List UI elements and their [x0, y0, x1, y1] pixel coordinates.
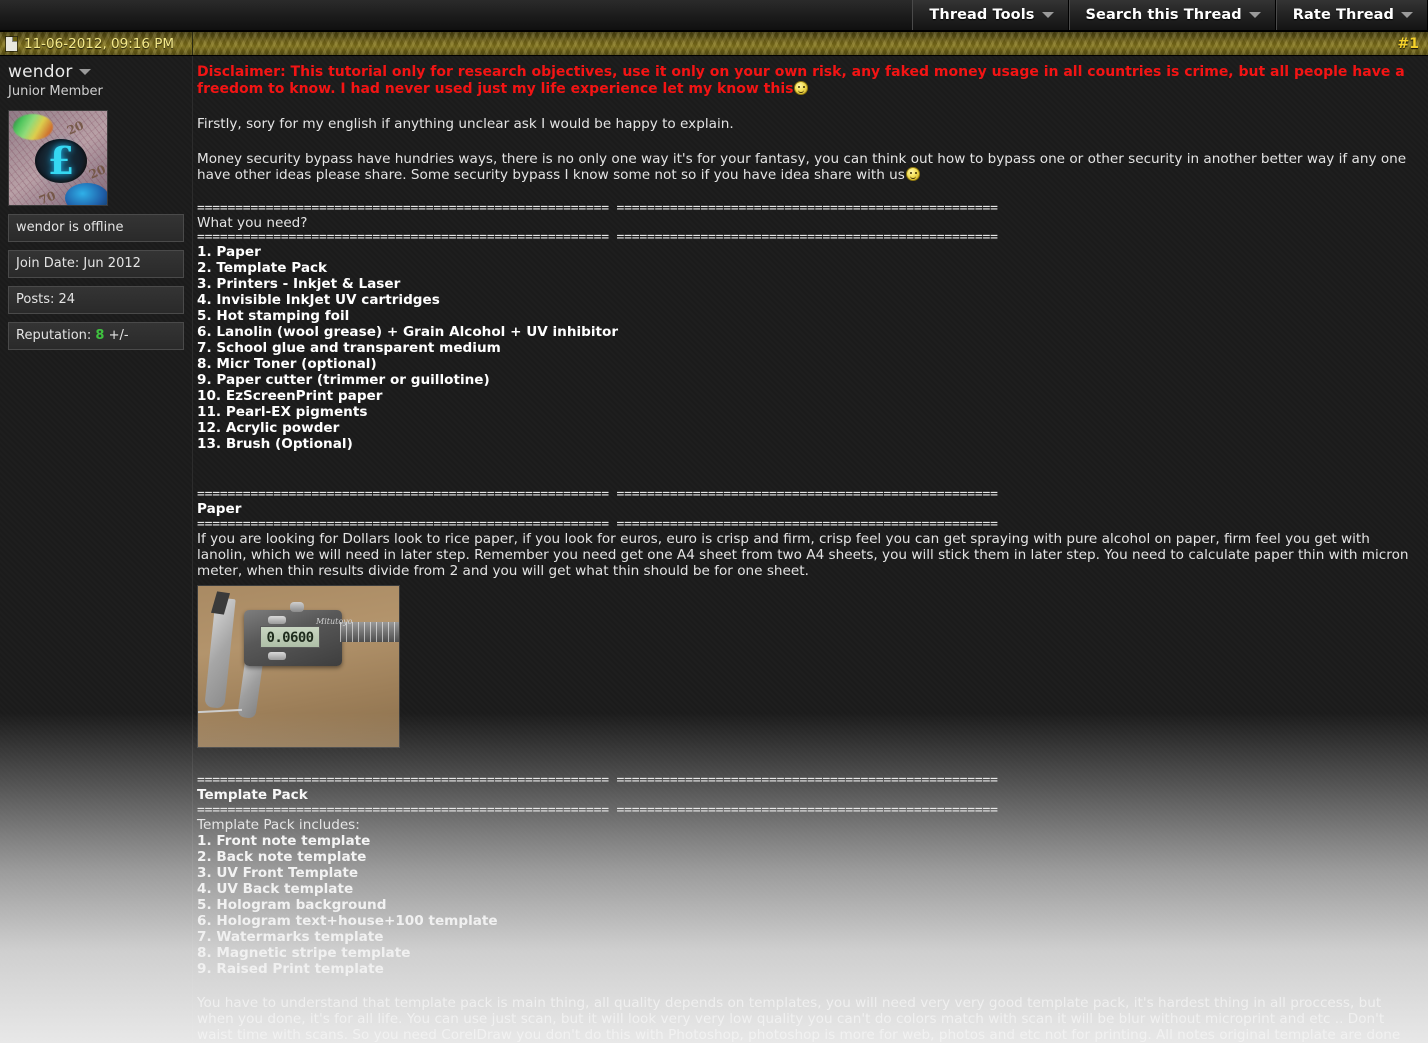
- user-post-count: Posts: 24: [8, 286, 184, 314]
- chevron-down-icon[interactable]: [78, 69, 91, 75]
- post-user-column: wendor Junior Member £ 20 20 70 wendor i…: [0, 56, 193, 1043]
- separator-line: ========================================…: [197, 230, 998, 244]
- list-item: 10. EzScreenPrint paper: [197, 387, 383, 404]
- smiley-icon: [794, 81, 809, 95]
- caliper-photo[interactable]: Mitutoyo 0.0600: [197, 584, 400, 748]
- list-item: 8. Micr Toner (optional): [197, 355, 377, 372]
- thread-tools-button[interactable]: Thread Tools: [912, 0, 1069, 30]
- template-pack-trailing-body: You have to understand that template pac…: [197, 994, 1401, 1043]
- separator-line: ========================================…: [197, 803, 998, 817]
- rate-thread-button[interactable]: Rate Thread: [1275, 0, 1428, 30]
- list-item: 5. Hologram background: [197, 896, 387, 913]
- hologram-patch-bottom-icon: [65, 183, 107, 205]
- list-item: 4. Invisible InkJet UV cartridges: [197, 291, 440, 308]
- user-online-status: wendor is offline: [8, 214, 184, 242]
- list-item: 1. Front note template: [197, 832, 371, 849]
- caliper-button-zero: [268, 615, 286, 624]
- separator-line: ========================================…: [197, 487, 998, 501]
- search-this-thread-button[interactable]: Search this Thread: [1068, 0, 1276, 30]
- list-item: 6. Hologram text+house+100 template: [197, 912, 498, 929]
- list-item: 6. Lanolin (wool grease) + Grain Alcohol…: [197, 323, 619, 340]
- list-item: 8. Magnetic stripe template: [197, 944, 411, 961]
- list-item: 3. Printers - Inkjet & Laser: [197, 275, 401, 292]
- list-item: 2. Back note template: [197, 848, 367, 865]
- pound-symbol: £: [47, 138, 75, 183]
- list-item: 9. Paper cutter (trimmer or guillotine): [197, 371, 490, 388]
- section-heading-template-pack: Template Pack: [197, 786, 308, 803]
- chevron-down-icon: [1248, 12, 1261, 18]
- post-header-bar: 11-06-2012, 09:16 PM #1: [0, 31, 1428, 56]
- separator-line: ========================================…: [197, 201, 998, 215]
- post-number[interactable]: #1: [1398, 36, 1428, 52]
- thread-post-page: Thread Tools Search this Thread Rate Thr…: [0, 0, 1428, 1043]
- list-item: 1. Paper: [197, 243, 261, 260]
- post-paragraph-2-text: Money security bypass have hundries ways…: [197, 150, 1407, 184]
- list-item: 11. Pearl-EX pigments: [197, 403, 368, 420]
- section-heading-what-you-need: What you need?: [197, 214, 308, 231]
- caliper-thumb-wheel: [290, 601, 304, 612]
- list-item: 12. Acrylic powder: [197, 419, 340, 436]
- reputation-label: Reputation:: [16, 328, 96, 343]
- post-document-icon: [6, 36, 17, 51]
- thread-tools-label: Thread Tools: [929, 7, 1035, 23]
- username[interactable]: wendor: [8, 62, 73, 82]
- list-item: 7. Watermarks template: [197, 928, 384, 945]
- smiley-icon: [905, 167, 920, 181]
- caliper-button-unit: [268, 651, 286, 660]
- username-row[interactable]: wendor: [8, 62, 184, 82]
- rate-thread-label: Rate Thread: [1292, 7, 1394, 23]
- user-join-date: Join Date: Jun 2012: [8, 250, 184, 278]
- post-disclaimer: Disclaimer: This tutorial only for resea…: [197, 64, 1422, 98]
- hologram-patch-top-icon: [13, 114, 53, 140]
- list-item: 3. UV Front Template: [197, 864, 359, 881]
- post-header-left: 11-06-2012, 09:16 PM: [0, 32, 193, 55]
- template-pack-intro: Template Pack includes:: [197, 816, 360, 833]
- list-item: 2. Template Pack: [197, 259, 328, 276]
- caliper-brand-label: Mitutoyo: [316, 616, 353, 626]
- user-title: Junior Member: [8, 84, 103, 99]
- separator-line: ========================================…: [197, 517, 998, 531]
- list-item: 4. UV Back template: [197, 880, 354, 897]
- search-this-thread-label: Search this Thread: [1085, 7, 1242, 23]
- thread-toolbar: Thread Tools Search this Thread Rate Thr…: [0, 0, 1428, 31]
- post-body: wendor Junior Member £ 20 20 70 wendor i…: [0, 56, 1428, 1043]
- list-item: 7. School glue and transparent medium: [197, 339, 501, 356]
- avatar[interactable]: £ 20 20 70: [8, 110, 108, 206]
- post-message-column: Disclaimer: This tutorial only for resea…: [193, 56, 1428, 1043]
- user-reputation: Reputation: 8 +/-: [8, 322, 184, 350]
- chevron-down-icon: [1401, 12, 1413, 18]
- list-item: 9. Raised Print template: [197, 960, 384, 977]
- caliper-lcd-reading: 0.0600: [260, 625, 320, 648]
- reputation-toggle[interactable]: +/-: [104, 328, 129, 343]
- section-body-paper: If you are looking for Dollars look to r…: [197, 530, 1409, 579]
- list-item: 13. Brush (Optional): [197, 435, 353, 452]
- post-date: 11-06-2012, 09:16 PM: [24, 35, 175, 52]
- section-heading-paper: Paper: [197, 500, 242, 517]
- post-paragraph-2: Money security bypass have hundries ways…: [197, 151, 1422, 184]
- post-paragraph-1: Firstly, sory for my english if anything…: [197, 116, 734, 132]
- list-item: 5. Hot stamping foil: [197, 307, 350, 324]
- chevron-down-icon: [1041, 12, 1054, 18]
- caliper-depth-rod: [198, 708, 243, 713]
- separator-line: ========================================…: [197, 773, 998, 787]
